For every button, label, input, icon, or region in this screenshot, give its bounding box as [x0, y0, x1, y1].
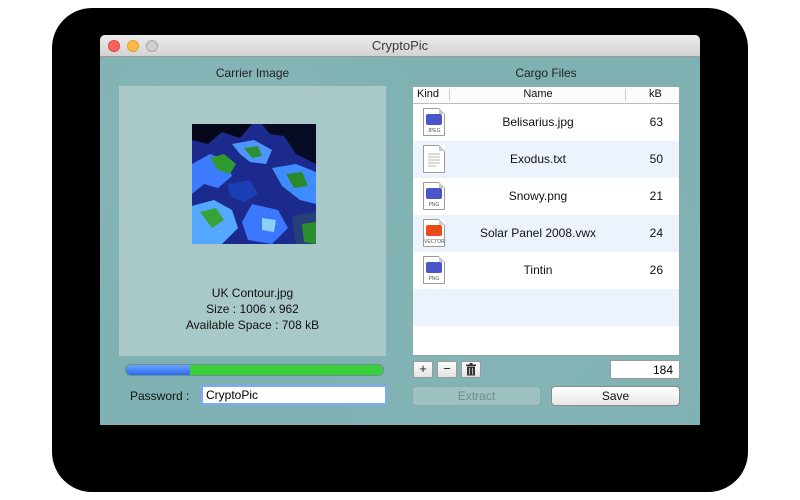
remove-file-button[interactable]: −: [437, 361, 457, 378]
text-file-icon: [423, 145, 445, 173]
file-badge: [426, 262, 442, 273]
file-badge: [426, 188, 442, 199]
app-window: CryptoPic Carrier Image Cargo Files UK C…: [100, 35, 700, 425]
carrier-available-space: Available Space : 708 kB: [185, 318, 320, 332]
title-bar[interactable]: CryptoPic: [100, 35, 700, 57]
file-size: 63: [649, 115, 663, 129]
file-name: Belisarius.jpg: [502, 115, 574, 129]
column-header-kind[interactable]: Kind: [417, 88, 439, 100]
window-title: CryptoPic: [371, 38, 429, 53]
table-row[interactable]: VECTOR Solar Panel 2008.vwx 24: [413, 215, 679, 252]
add-file-button[interactable]: +: [413, 361, 433, 378]
png-file-icon: PNG: [423, 256, 445, 284]
carrier-image-preview[interactable]: [192, 124, 316, 244]
file-type-label: JPEG: [427, 128, 441, 134]
carrier-image-panel[interactable]: UK Contour.jpg Size : 1006 x 962 Availab…: [119, 86, 386, 356]
png-file-icon: PNG: [423, 182, 445, 210]
vwx-file-icon: VECTOR: [423, 219, 445, 247]
total-size-field: 184: [610, 360, 680, 379]
column-divider: [449, 89, 450, 101]
file-type-label: PNG: [428, 202, 440, 208]
file-badge: [426, 225, 442, 236]
trash-button[interactable]: [461, 361, 481, 378]
file-size: 26: [649, 263, 663, 277]
save-button[interactable]: Save: [551, 386, 680, 406]
cargo-files-table[interactable]: Kind Name kB JPEG Belisarius.jpg 63 Exod…: [412, 86, 680, 356]
file-size: 50: [649, 152, 663, 166]
cargo-files-heading: Cargo Files: [515, 66, 577, 80]
column-header-name[interactable]: Name: [453, 88, 623, 100]
extract-button[interactable]: Extract: [412, 386, 541, 406]
trash-icon: [466, 363, 476, 376]
column-divider: [625, 89, 626, 101]
file-type-label: VECTOR: [424, 239, 445, 245]
file-name: Exodus.txt: [509, 152, 567, 166]
column-header-size[interactable]: kB: [649, 88, 662, 100]
password-label: Password :: [130, 389, 190, 403]
file-name: Solar Panel 2008.vwx: [479, 226, 597, 240]
empty-table-row: [413, 289, 679, 326]
capacity-used-fill: [126, 365, 191, 375]
table-header: Kind Name kB: [413, 87, 679, 104]
table-row[interactable]: PNG Snowy.png 21: [413, 178, 679, 215]
file-type-label: PNG: [428, 276, 440, 282]
carrier-file-name: UK Contour.jpg: [211, 286, 294, 300]
capacity-progress-bar: [125, 364, 384, 376]
password-input[interactable]: [201, 385, 387, 405]
file-badge: [426, 114, 442, 125]
table-row[interactable]: Exodus.txt 50: [413, 141, 679, 178]
file-name: Tintin: [523, 263, 553, 277]
file-size: 21: [649, 189, 663, 203]
carrier-image-size: Size : 1006 x 962: [206, 302, 299, 316]
file-size: 24: [649, 226, 663, 240]
table-row[interactable]: PNG Tintin 26: [413, 252, 679, 289]
file-name: Snowy.png: [508, 189, 568, 203]
jpeg-file-icon: JPEG: [423, 108, 445, 136]
carrier-image-heading: Carrier Image: [215, 66, 290, 80]
table-row[interactable]: JPEG Belisarius.jpg 63: [413, 104, 679, 141]
